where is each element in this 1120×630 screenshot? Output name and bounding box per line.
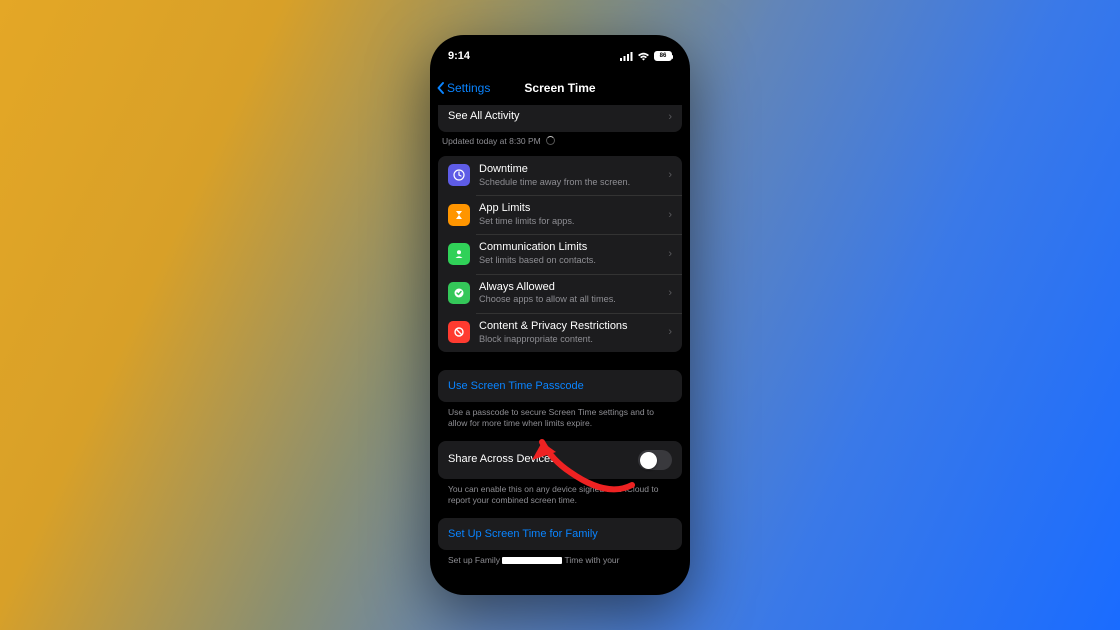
app-limits-title: App Limits [479, 202, 659, 216]
family-card: Set Up Screen Time for Family [438, 518, 682, 550]
nav-bar: Settings Screen Time [430, 71, 690, 105]
content-privacy-row[interactable]: Content & Privacy Restrictions Block ina… [438, 313, 682, 352]
app-limits-row[interactable]: App Limits Set time limits for apps. › [438, 195, 682, 234]
spinner-icon [546, 136, 555, 145]
comm-limits-sub: Set limits based on contacts. [479, 255, 659, 267]
content-privacy-title: Content & Privacy Restrictions [479, 320, 659, 334]
passcode-footer: Use a passcode to secure Screen Time set… [438, 402, 682, 429]
chevron-right-icon: › [668, 326, 672, 338]
app-limits-sub: Set time limits for apps. [479, 216, 659, 228]
toggle-knob [640, 452, 657, 469]
always-allowed-row[interactable]: Always Allowed Choose apps to allow at a… [438, 274, 682, 313]
phone-frame: 9:14 86 Settings Screen Time See All Act… [430, 35, 690, 595]
hourglass-icon [448, 204, 470, 226]
chevron-right-icon: › [668, 111, 672, 123]
wifi-icon [637, 52, 650, 61]
status-right: 86 [620, 51, 672, 61]
family-footer: Set up Family Time with your [438, 550, 682, 566]
chevron-left-icon [436, 81, 446, 95]
see-all-label: See All Activity [448, 110, 520, 124]
share-across-row: Share Across Devices [438, 441, 682, 479]
downtime-title: Downtime [479, 163, 659, 177]
chevron-right-icon: › [668, 248, 672, 260]
use-passcode-button[interactable]: Use Screen Time Passcode [438, 370, 682, 402]
limits-card: Downtime Schedule time away from the scr… [438, 156, 682, 352]
battery-icon: 86 [654, 51, 672, 61]
no-symbol-icon [448, 321, 470, 343]
updated-line: Updated today at 8:30 PM [438, 132, 682, 146]
share-label: Share Across Devices [448, 453, 629, 467]
chevron-right-icon: › [668, 169, 672, 181]
always-allowed-title: Always Allowed [479, 281, 659, 295]
always-allowed-sub: Choose apps to allow at all times. [479, 294, 659, 306]
chevron-right-icon: › [668, 209, 672, 221]
back-button[interactable]: Settings [436, 81, 490, 95]
passcode-card: Use Screen Time Passcode [438, 370, 682, 402]
downtime-sub: Schedule time away from the screen. [479, 177, 659, 189]
signal-icon [620, 52, 633, 61]
status-bar: 9:14 86 [430, 35, 690, 71]
comm-limits-title: Communication Limits [479, 241, 659, 255]
activity-card: See All Activity › [438, 105, 682, 132]
content-scroll[interactable]: See All Activity › Updated today at 8:30… [430, 105, 690, 595]
downtime-icon [448, 164, 470, 186]
communication-limits-row[interactable]: Communication Limits Set limits based on… [438, 234, 682, 273]
chevron-right-icon: › [668, 287, 672, 299]
updated-text: Updated today at 8:30 PM [442, 136, 541, 146]
content-privacy-sub: Block inappropriate content. [479, 334, 659, 346]
family-setup-button[interactable]: Set Up Screen Time for Family [438, 518, 682, 550]
checkmark-icon [448, 282, 470, 304]
status-time: 9:14 [448, 50, 470, 62]
downtime-row[interactable]: Downtime Schedule time away from the scr… [438, 156, 682, 195]
share-footer: You can enable this on any device signed… [438, 479, 682, 506]
redacted-text [502, 557, 562, 564]
share-card: Share Across Devices [438, 441, 682, 479]
person-icon [448, 243, 470, 265]
share-toggle[interactable] [638, 450, 672, 470]
see-all-activity-row[interactable]: See All Activity › [438, 105, 682, 132]
back-label: Settings [447, 81, 490, 95]
